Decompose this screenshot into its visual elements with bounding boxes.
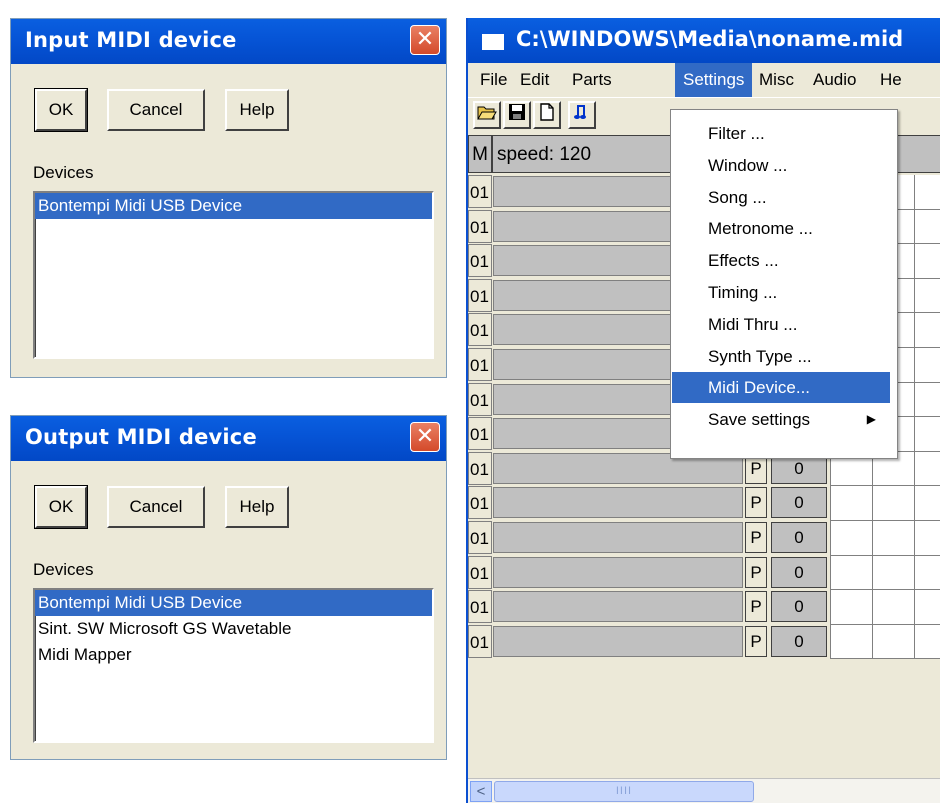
submenu-arrow-icon: ▶ [866, 412, 876, 427]
device-list-item[interactable]: Bontempi Midi USB Device [35, 193, 432, 219]
mute-header-cell[interactable]: M [468, 135, 492, 173]
scroll-left-icon[interactable]: < [470, 781, 492, 802]
track-channel[interactable]: 01 [468, 520, 492, 554]
track-channel[interactable]: 01 [468, 347, 492, 381]
help-button[interactable]: Help [225, 89, 289, 131]
track-value-cell[interactable]: 0 [771, 556, 827, 588]
help-button[interactable]: Help [225, 486, 289, 528]
track-value-cell[interactable]: 0 [771, 487, 827, 519]
track-channel[interactable]: 01 [468, 382, 492, 416]
settings-menu-item[interactable]: Song ... [672, 182, 890, 213]
settings-menu-item[interactable]: Filter ... [672, 118, 890, 149]
menu-audio[interactable]: Audio [805, 63, 864, 97]
open-folder-icon[interactable] [473, 101, 501, 129]
menu-bar: File Edit Parts Settings Misc Audio He [468, 63, 940, 97]
settings-menu-item[interactable]: Synth Type ... [672, 341, 890, 372]
devices-listbox[interactable]: Bontempi Midi USB Device Sint. SW Microso… [33, 588, 434, 743]
track-name-bar[interactable] [493, 556, 743, 588]
menu-file[interactable]: File [472, 63, 515, 97]
track-name-bar[interactable] [493, 625, 743, 657]
track-name-bar[interactable] [493, 487, 743, 519]
menu-parts[interactable]: Parts [564, 63, 620, 97]
track-channel[interactable]: 01 [468, 313, 492, 347]
track-name-bar[interactable] [493, 521, 743, 553]
track-channel[interactable]: 01 [468, 175, 492, 208]
track-p-cell[interactable]: P [745, 556, 767, 588]
track-grid[interactable] [830, 486, 940, 521]
settings-menu-item[interactable]: Effects ... [672, 245, 890, 276]
new-document-icon[interactable] [533, 101, 561, 129]
track-p-cell[interactable]: P [745, 625, 767, 657]
track-grid[interactable] [830, 590, 940, 625]
cancel-button[interactable]: Cancel [107, 89, 205, 131]
ok-button[interactable]: OK [34, 485, 88, 529]
track-channel[interactable]: 01 [468, 486, 492, 520]
menu-edit[interactable]: Edit [512, 63, 557, 97]
track-channel[interactable]: 01 [468, 278, 492, 312]
menu-misc[interactable]: Misc [751, 63, 802, 97]
device-list-item[interactable]: Bontempi Midi USB Device [35, 590, 432, 616]
window-icon [482, 34, 504, 50]
track-channel[interactable]: 01 [468, 590, 492, 624]
notes-icon[interactable] [568, 101, 596, 129]
horizontal-scrollbar[interactable]: < IIII [468, 778, 940, 803]
track-channel[interactable]: 01 [468, 417, 492, 451]
dialog-titlebar[interactable]: Input MIDI device ✕ [11, 19, 446, 64]
devices-label: Devices [33, 163, 94, 182]
track-grid[interactable] [830, 555, 940, 591]
track-row: 01 P0 [468, 555, 940, 591]
track-value-cell[interactable]: 0 [771, 591, 827, 623]
track-channel[interactable]: 01 [468, 555, 492, 589]
input-midi-device-dialog: Input MIDI device ✕ OK Cancel Help Devic… [10, 18, 447, 378]
settings-menu-item[interactable]: Metronome ... [672, 213, 890, 244]
track-channel[interactable]: 01 [468, 624, 492, 658]
dialog-titlebar[interactable]: Output MIDI device ✕ [11, 416, 446, 461]
device-list-item[interactable]: Sint. SW Microsoft GS Wavetable [35, 616, 432, 642]
dialog-title: Output MIDI device [25, 425, 257, 449]
dialog-title: Input MIDI device [25, 28, 237, 52]
track-row: 01 P0 [468, 590, 940, 625]
menu-settings[interactable]: Settings [675, 63, 753, 97]
track-channel[interactable]: 01 [468, 244, 492, 278]
settings-menu-item[interactable]: Midi Device... [672, 372, 890, 404]
track-channel[interactable]: 01 [468, 209, 492, 243]
track-p-cell[interactable]: P [745, 487, 767, 519]
track-value-cell[interactable]: 0 [771, 625, 827, 657]
track-channel[interactable]: 01 [468, 451, 492, 485]
close-icon[interactable]: ✕ [410, 25, 440, 55]
track-p-cell[interactable]: P [745, 591, 767, 623]
settings-menu-item[interactable]: Midi Thru ... [672, 309, 890, 340]
devices-listbox[interactable]: Bontempi Midi USB Device [33, 191, 434, 359]
track-row: 01 P0 [468, 624, 940, 660]
save-disk-icon[interactable] [503, 101, 531, 129]
settings-menu-item[interactable]: Window ... [672, 150, 890, 181]
settings-menu-dropdown: Filter ... Window ... Song ... Metronome ..… [670, 109, 898, 459]
scroll-thumb[interactable]: IIII [494, 781, 754, 802]
close-icon[interactable]: ✕ [410, 422, 440, 452]
track-row: 01 P0 [468, 486, 940, 521]
settings-menu-item[interactable]: Save settings ▶ [672, 404, 890, 435]
cancel-button[interactable]: Cancel [107, 486, 205, 528]
main-titlebar[interactable]: C:\WINDOWS\Media\noname.mid [468, 18, 940, 63]
device-list-item[interactable]: Midi Mapper [35, 642, 432, 668]
track-grid[interactable] [830, 520, 940, 556]
track-grid[interactable] [830, 624, 940, 660]
settings-menu-item[interactable]: Timing ... [672, 277, 890, 308]
track-row: 01 P0 [468, 520, 940, 556]
track-value-cell[interactable]: 0 [771, 521, 827, 553]
track-p-cell[interactable]: P [745, 521, 767, 553]
devices-label: Devices [33, 560, 94, 579]
output-midi-device-dialog: Output MIDI device ✕ OK Cancel Help Devi… [10, 415, 447, 760]
ok-button[interactable]: OK [34, 88, 88, 132]
track-name-bar[interactable] [493, 591, 743, 623]
window-title: C:\WINDOWS\Media\noname.mid [516, 27, 904, 51]
menu-he[interactable]: He [872, 63, 910, 97]
